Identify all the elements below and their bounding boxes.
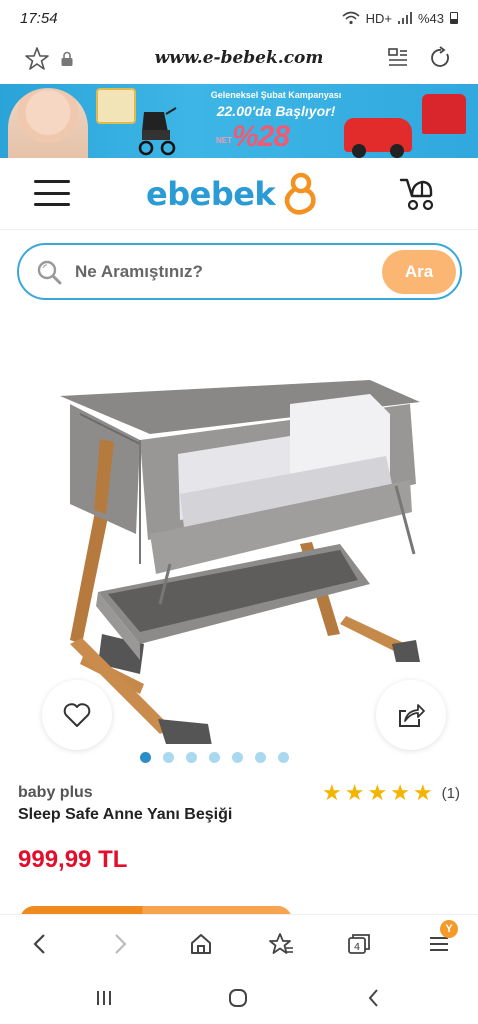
search-button[interactable]: Ara	[382, 250, 456, 294]
status-indicators: HD+ %43	[342, 11, 458, 26]
star-icon: ★	[344, 780, 365, 805]
tabs-button[interactable]: 4	[344, 929, 374, 959]
gallery-dot[interactable]	[277, 752, 289, 763]
product-gallery[interactable]	[0, 314, 478, 766]
gallery-dot[interactable]	[208, 752, 220, 763]
gallery-dot[interactable]	[139, 752, 151, 763]
battery-percent: %43	[417, 10, 444, 26]
search-input[interactable]	[75, 257, 375, 287]
search-box: Ara	[17, 243, 462, 300]
home-button[interactable]	[186, 929, 216, 959]
baby-photo	[8, 88, 88, 158]
heart-icon	[63, 703, 91, 727]
baby-shirt-image	[422, 94, 466, 134]
menu-badge: Y	[440, 920, 458, 938]
bookmarks-button[interactable]	[266, 929, 296, 959]
tabs-icon: 4	[348, 934, 370, 954]
banner-line1: Geleneksel Şubat Kampanyası	[210, 90, 342, 100]
logo-mark-icon	[284, 172, 316, 215]
product-rating[interactable]: ★ ★ ★ ★ ★ (1)	[322, 782, 460, 804]
reload-icon[interactable]	[428, 46, 452, 70]
system-back-icon[interactable]	[362, 986, 386, 1010]
cart-stroller-icon[interactable]	[398, 176, 436, 212]
banner-line2: 22.00'da Başlıyor!	[216, 103, 336, 119]
svg-text:4: 4	[354, 942, 360, 953]
signal-icon	[397, 12, 412, 24]
recent-apps-icon[interactable]	[92, 986, 116, 1010]
favorite-button[interactable]	[42, 680, 112, 750]
star-icon: ★	[412, 780, 433, 805]
browser-bottom-nav: 4	[0, 914, 478, 972]
gallery-dot[interactable]	[185, 752, 197, 763]
logo-text: ebebek	[146, 175, 276, 213]
gallery-pagination	[0, 752, 478, 763]
browser-address-bar: www.e-bebek.com	[0, 36, 478, 82]
menu-icon[interactable]	[34, 180, 70, 206]
product-image[interactable]	[40, 344, 440, 744]
gallery-dot[interactable]	[231, 752, 243, 763]
site-header: ebebek	[0, 158, 478, 230]
home-icon	[191, 934, 211, 954]
promo-banner[interactable]: Geleneksel Şubat Kampanyası 22.00'da Baş…	[0, 84, 478, 158]
share-button[interactable]	[376, 680, 446, 750]
back-button[interactable]	[24, 929, 54, 959]
gallery-dot[interactable]	[162, 752, 174, 763]
banner-discount: %28	[232, 120, 290, 153]
network-type: HD+	[365, 10, 392, 26]
star-icon: ★	[322, 780, 342, 805]
search-icon	[37, 260, 62, 285]
reader-mode-icon[interactable]	[386, 46, 410, 70]
diaper-pack-image	[96, 88, 136, 124]
star-icon: ★	[367, 780, 388, 805]
forward-arrow-icon	[115, 934, 127, 954]
share-icon	[399, 704, 425, 727]
star-icon: ★	[390, 780, 410, 805]
battery-icon	[450, 12, 458, 24]
status-time: 17:54	[20, 9, 58, 27]
product-name: Sleep Safe Anne Yanı Beşiği	[18, 806, 233, 823]
system-nav-bar	[0, 972, 478, 1024]
bookmarks-star-icon	[269, 933, 293, 954]
gallery-dot[interactable]	[254, 752, 266, 763]
wifi-icon	[342, 11, 360, 25]
banner-net-label: NET	[216, 136, 232, 145]
product-price: 999,99 TL	[18, 846, 128, 873]
site-logo[interactable]: ebebek	[146, 172, 321, 216]
review-count: (1)	[441, 784, 461, 802]
product-brand[interactable]: baby plus	[18, 784, 93, 802]
forward-button[interactable]	[106, 929, 136, 959]
home-circle-icon[interactable]	[226, 986, 250, 1010]
back-arrow-icon	[33, 934, 45, 954]
toy-car-image	[344, 118, 412, 158]
status-bar: 17:54 HD+ %43	[0, 0, 478, 36]
